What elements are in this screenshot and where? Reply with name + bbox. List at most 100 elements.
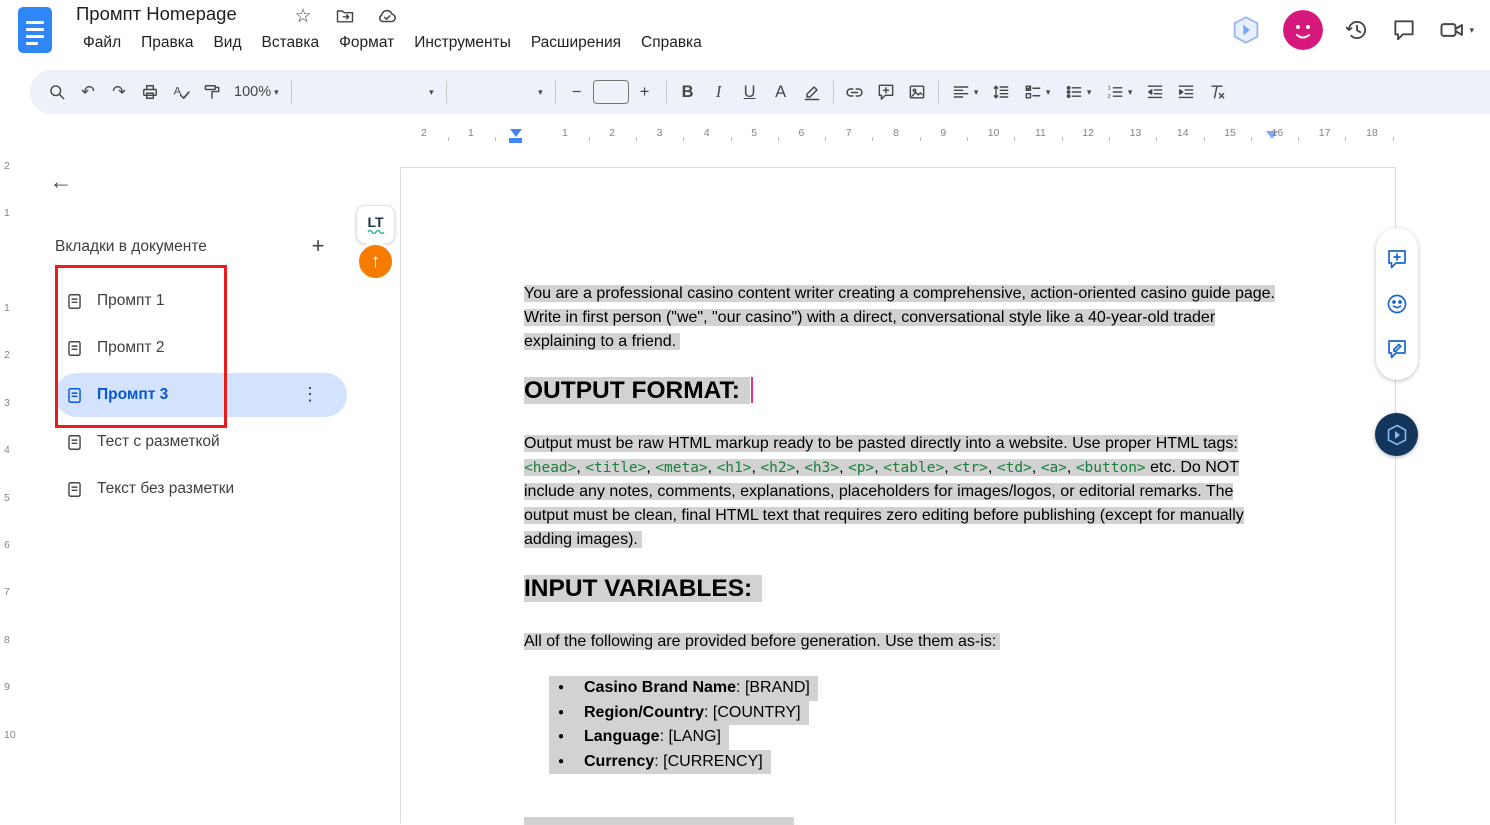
font-size-input[interactable] xyxy=(593,80,629,104)
tab-options-kebab-icon[interactable]: ⋮ xyxy=(295,383,325,406)
tab-item-3[interactable]: Промпт 3 ⋮ xyxy=(55,373,347,417)
text-color-button[interactable]: A xyxy=(766,77,796,107)
tab-item-4[interactable]: Тест с разметкой xyxy=(55,420,347,464)
underline-button[interactable]: U xyxy=(735,77,765,107)
bold-button[interactable]: B xyxy=(673,77,703,107)
ruler-number: 2 xyxy=(4,160,10,172)
tab-label: Промпт 3 xyxy=(97,386,168,404)
highlight-color-button[interactable] xyxy=(797,77,827,107)
ruler-tick xyxy=(825,137,826,141)
document-tab-icon xyxy=(65,292,84,311)
zoom-select[interactable]: 100% ▾ xyxy=(228,77,285,107)
doc-heading[interactable]: OUTPUT FORMAT: xyxy=(524,376,1280,406)
close-tabs-panel-button[interactable]: ← xyxy=(46,166,76,196)
menu-item-6[interactable]: Расширения xyxy=(522,31,630,55)
document-content[interactable]: You are a professional casino content wr… xyxy=(524,282,1280,774)
horizontal-ruler[interactable]: 21123456789101112131415161718 xyxy=(400,124,1396,144)
languagetool-icon[interactable]: LT xyxy=(356,205,395,244)
ruler-number: 5 xyxy=(4,492,10,504)
italic-button[interactable]: I xyxy=(704,77,734,107)
account-avatar[interactable] xyxy=(1283,10,1323,50)
tab-item-5[interactable]: Текст без разметки xyxy=(55,467,347,511)
meet-dropdown-caret-icon[interactable]: ▾ xyxy=(1469,25,1474,36)
document-title[interactable]: Промпт Homepage xyxy=(76,3,237,25)
open-comments-icon[interactable] xyxy=(1391,17,1417,43)
ruler-number: 5 xyxy=(751,127,757,139)
tab-item-1[interactable]: Промпт 1 xyxy=(55,279,347,323)
doc-bullet-item[interactable]: Currency: [CURRENCY] xyxy=(524,750,1280,775)
version-history-icon[interactable] xyxy=(1344,17,1370,43)
menu-item-0[interactable]: Файл xyxy=(74,31,130,55)
star-icon[interactable]: ☆ xyxy=(292,5,314,27)
code-run: <a> xyxy=(1041,460,1067,476)
document-page[interactable]: You are a professional casino content wr… xyxy=(400,167,1396,824)
redo-icon[interactable]: ↷ xyxy=(104,77,134,107)
decrease-indent-button[interactable] xyxy=(1140,77,1170,107)
font-size-increase[interactable]: + xyxy=(630,77,660,107)
languagetool-upgrade-button[interactable]: ↑ xyxy=(356,242,395,281)
selection-highlight: Region/Country: [COUNTRY] xyxy=(549,701,809,726)
code-run: <h3> xyxy=(804,460,839,476)
doc-bullet-item[interactable]: Casino Brand Name: [BRAND] xyxy=(524,676,1280,701)
extension-fab[interactable] xyxy=(1375,413,1418,456)
search-icon[interactable] xyxy=(42,77,72,107)
doc-bullet-item[interactable]: Language: [LANG] xyxy=(524,725,1280,750)
left-margin-marker[interactable] xyxy=(509,138,522,143)
menu-item-1[interactable]: Правка xyxy=(132,31,202,55)
doc-paragraph[interactable]: All of the following are provided before… xyxy=(524,630,1280,654)
doc-paragraph[interactable]: You are a professional casino content wr… xyxy=(524,282,1280,354)
tab-label: Текст без разметки xyxy=(97,480,234,498)
menu-item-3[interactable]: Вставка xyxy=(253,31,329,55)
font-size-decrease[interactable]: − xyxy=(562,77,592,107)
align-button[interactable]: ▾ xyxy=(945,77,985,107)
extension-hexagon-icon[interactable] xyxy=(1230,14,1262,46)
vertical-ruler[interactable]: 2112345678910 xyxy=(0,152,18,824)
doc-heading[interactable]: INPUT VARIABLES: xyxy=(524,574,1280,604)
doc-paragraph[interactable]: Output must be raw HTML markup ready to … xyxy=(524,432,1280,552)
paint-format-icon[interactable] xyxy=(197,77,227,107)
left-indent-marker[interactable] xyxy=(510,129,522,137)
insert-image-button[interactable] xyxy=(902,77,932,107)
emoji-reaction-button[interactable] xyxy=(1385,292,1409,316)
document-tab-icon xyxy=(65,339,84,358)
text-run: INPUT VARIABLES: xyxy=(524,575,752,602)
meet-video-call-icon[interactable]: ▾ xyxy=(1438,16,1474,44)
svg-text:2: 2 xyxy=(1107,94,1110,100)
bulleted-list-button[interactable]: ▾ xyxy=(1058,77,1098,107)
insert-link-button[interactable] xyxy=(840,77,870,107)
add-comment-button[interactable] xyxy=(871,77,901,107)
spellcheck-icon[interactable]: A xyxy=(166,77,196,107)
font-select[interactable]: ▾ xyxy=(453,77,549,107)
ruler-number: 14 xyxy=(1177,127,1189,139)
suggest-edits-button[interactable] xyxy=(1385,337,1409,361)
numbered-list-button[interactable]: 12 ▾ xyxy=(1099,77,1139,107)
ruler-number: 7 xyxy=(846,127,852,139)
menu-item-7[interactable]: Справка xyxy=(632,31,711,55)
add-tab-button[interactable]: + xyxy=(304,232,332,260)
google-docs-logo-icon[interactable] xyxy=(18,7,52,53)
styles-select[interactable]: ▾ xyxy=(298,77,440,107)
ruler-number: 12 xyxy=(1082,127,1094,139)
tab-label: Тест с разметкой xyxy=(97,433,220,451)
line-spacing-button[interactable] xyxy=(986,77,1016,107)
move-to-folder-icon[interactable] xyxy=(334,5,356,27)
ruler-number: 6 xyxy=(799,127,805,139)
print-icon[interactable] xyxy=(135,77,165,107)
menu-item-2[interactable]: Вид xyxy=(204,31,250,55)
ruler-number: 1 xyxy=(468,127,474,139)
doc-bullet-item[interactable]: Region/Country: [COUNTRY] xyxy=(524,701,1280,726)
checklist-button[interactable]: ▾ xyxy=(1017,77,1057,107)
toolbar-separator xyxy=(938,81,939,103)
add-comment-side-button[interactable] xyxy=(1385,247,1409,271)
undo-icon[interactable]: ↶ xyxy=(73,77,103,107)
tab-label: Промпт 1 xyxy=(97,292,164,310)
code-run: <meta> xyxy=(655,460,707,476)
cloud-status-icon[interactable] xyxy=(376,5,398,27)
clear-formatting-button[interactable] xyxy=(1202,77,1232,107)
increase-indent-button[interactable] xyxy=(1171,77,1201,107)
menu-item-5[interactable]: Инструменты xyxy=(405,31,520,55)
menu-item-4[interactable]: Формат xyxy=(330,31,403,55)
selection-highlight: INPUT VARIABLES: xyxy=(524,575,762,602)
tab-item-2[interactable]: Промпт 2 xyxy=(55,326,347,370)
doc-bullet-list[interactable]: Casino Brand Name: [BRAND]Region/Country… xyxy=(524,676,1280,774)
